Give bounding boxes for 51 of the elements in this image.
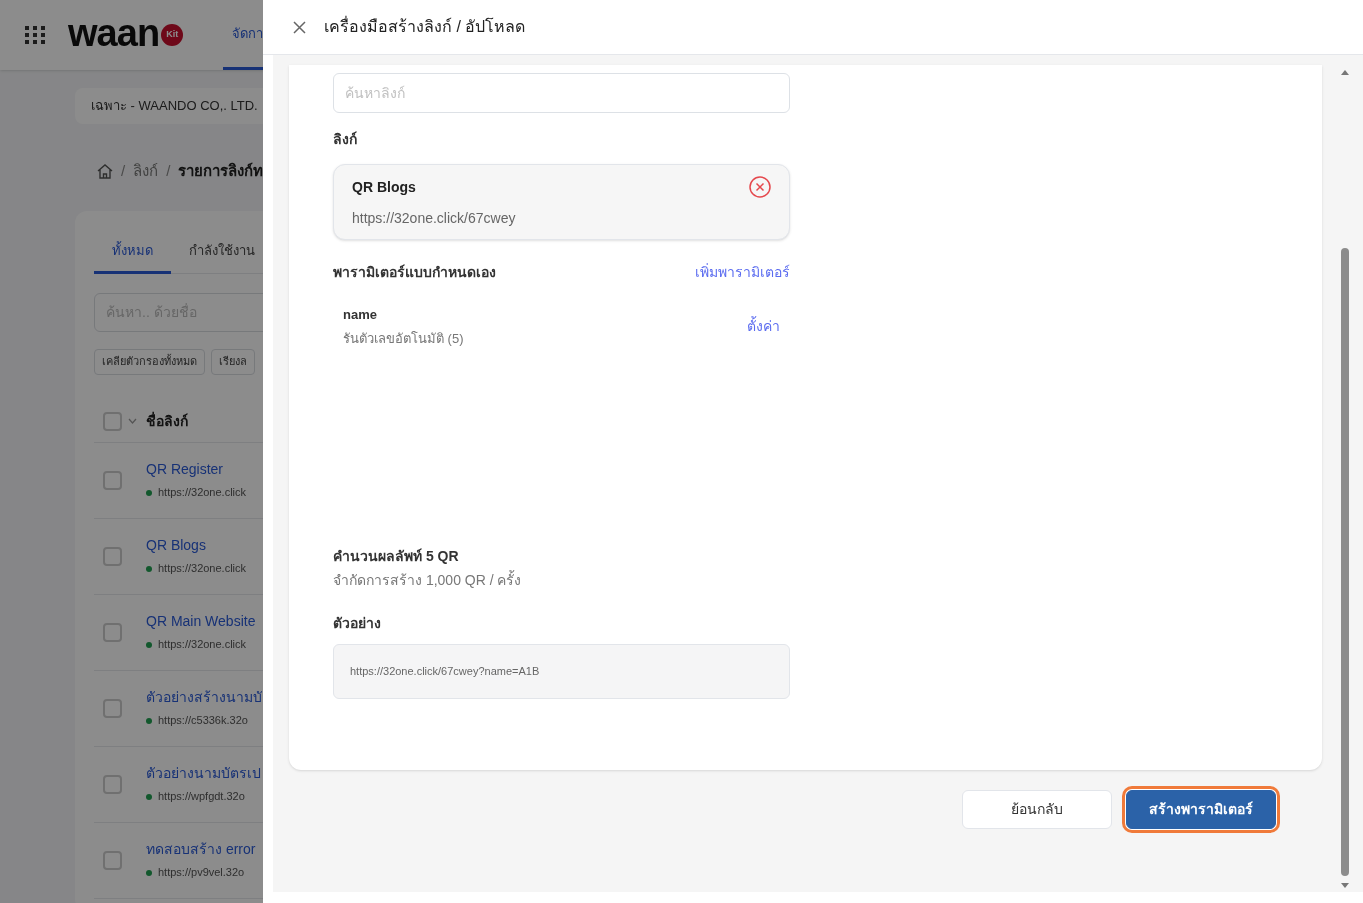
company-selector[interactable]: เฉพาะ - WAANDO CO,. LTD. bbox=[75, 88, 263, 124]
add-parameter-link[interactable]: เพิ่มพารามิเตอร์ bbox=[695, 262, 790, 283]
checkbox[interactable] bbox=[103, 622, 122, 642]
link-name[interactable]: QR Main Website bbox=[146, 611, 256, 633]
checkbox[interactable] bbox=[103, 850, 122, 870]
link-name[interactable]: ทดสอบสร้าง error bbox=[146, 839, 256, 861]
link-url: https://32one.click bbox=[158, 485, 247, 501]
breadcrumb-separator: / bbox=[121, 161, 126, 181]
tab[interactable]: กำลังใช้งาน bbox=[171, 230, 263, 274]
chevron-down-icon[interactable] bbox=[128, 418, 137, 424]
column-header: ชื่อลิงก์ bbox=[146, 410, 188, 431]
breadcrumb-current: รายการลิงก์ท bbox=[178, 161, 263, 181]
checkbox[interactable] bbox=[103, 774, 122, 794]
result-summary: คำนวนผลลัพท์ 5 QR bbox=[333, 547, 459, 566]
checkbox[interactable] bbox=[103, 470, 122, 490]
section-label: พารามิเตอร์แบบกำหนดเอง bbox=[333, 263, 496, 282]
logo-text: waan bbox=[68, 14, 160, 52]
logo-badge: Kit bbox=[161, 24, 184, 46]
section-label: ลิงก์ bbox=[333, 130, 357, 149]
link-url: https://pv9vel.32o bbox=[158, 865, 245, 881]
link-url: https://c5336k.32o bbox=[158, 713, 248, 729]
breadcrumb-separator: / bbox=[166, 161, 171, 181]
checkbox[interactable] bbox=[103, 546, 122, 566]
link-url: https://32one.click bbox=[158, 637, 247, 653]
breadcrumb-link[interactable]: ลิงก์ bbox=[133, 160, 159, 183]
section-label: ตัวอย่าง bbox=[333, 614, 381, 633]
settings-link[interactable]: ตั้งค่า bbox=[747, 316, 780, 337]
remove-icon[interactable] bbox=[749, 176, 771, 198]
filter-button[interactable]: เรียงล bbox=[211, 348, 255, 375]
tab[interactable]: ทั้งหมด bbox=[94, 230, 171, 274]
apps-grid-icon[interactable] bbox=[25, 25, 46, 45]
parameter-name: name bbox=[343, 306, 377, 324]
link-name[interactable]: QR Blogs bbox=[146, 535, 247, 557]
parameter-description: รันตัวเลขอัตโนมัติ (5) bbox=[343, 329, 464, 348]
link-name[interactable]: QR Register bbox=[146, 459, 247, 481]
link-url: https://wpfgdt.32o bbox=[158, 789, 245, 805]
link-name[interactable]: ตัวอย่างนามบัตรเป bbox=[146, 763, 261, 785]
link-url: https://32one.click bbox=[158, 561, 247, 577]
filter-button[interactable]: เคลียตัวกรองทั้งหมด bbox=[94, 348, 205, 375]
home-icon[interactable] bbox=[97, 163, 113, 179]
checkbox[interactable] bbox=[103, 698, 122, 718]
example-url-field: https://32one.click/67cwey?name=A1B bbox=[333, 644, 790, 699]
link-name[interactable]: ตัวอย่างสร้างนามบั bbox=[146, 687, 262, 709]
checkbox[interactable] bbox=[103, 411, 122, 431]
close-icon[interactable] bbox=[293, 20, 306, 34]
back-button[interactable]: ย้อนกลับ bbox=[962, 790, 1112, 829]
selected-link-url: https://32one.click/67cwey bbox=[352, 209, 516, 228]
search-field[interactable]: ค้นหาลิงก์ bbox=[333, 73, 790, 113]
selected-link-name: QR Blogs bbox=[352, 178, 416, 197]
limit-note: จำกัดการสร้าง 1,000 QR / ครั้ง bbox=[333, 570, 522, 590]
drawer-title: เครื่องมือสร้างลิงก์ / อัปโหลด bbox=[324, 15, 526, 37]
